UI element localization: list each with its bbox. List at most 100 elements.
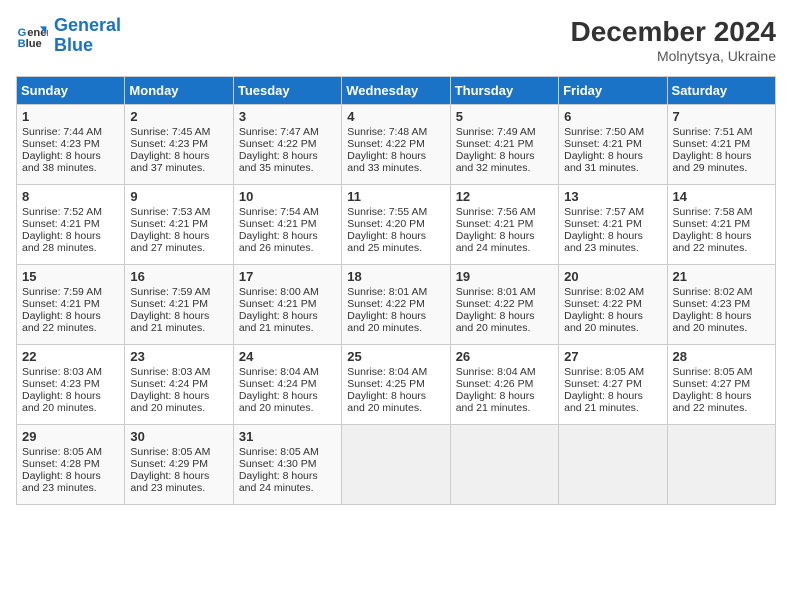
sunset-label: Sunset: 4:21 PM: [673, 218, 751, 230]
daylight-label: Daylight: 8 hours and 21 minutes.: [456, 390, 535, 414]
day-number: 8: [22, 189, 119, 204]
sunset-label: Sunset: 4:27 PM: [564, 378, 642, 390]
day-cell-22: 22Sunrise: 8:03 AMSunset: 4:23 PMDayligh…: [17, 345, 125, 425]
daylight-label: Daylight: 8 hours and 24 minutes.: [239, 470, 318, 494]
empty-cell: [559, 425, 667, 505]
calendar-week-2: 8Sunrise: 7:52 AMSunset: 4:21 PMDaylight…: [17, 185, 776, 265]
day-cell-20: 20Sunrise: 8:02 AMSunset: 4:22 PMDayligh…: [559, 265, 667, 345]
sunset-label: Sunset: 4:21 PM: [564, 218, 642, 230]
day-number: 6: [564, 109, 661, 124]
day-cell-8: 8Sunrise: 7:52 AMSunset: 4:21 PMDaylight…: [17, 185, 125, 265]
sunrise-label: Sunrise: 8:02 AM: [564, 286, 644, 298]
sunset-label: Sunset: 4:21 PM: [456, 218, 534, 230]
daylight-label: Daylight: 8 hours and 38 minutes.: [22, 150, 101, 174]
daylight-label: Daylight: 8 hours and 21 minutes.: [564, 390, 643, 414]
sunset-label: Sunset: 4:24 PM: [130, 378, 208, 390]
daylight-label: Daylight: 8 hours and 20 minutes.: [347, 390, 426, 414]
sunset-label: Sunset: 4:30 PM: [239, 458, 317, 470]
day-number: 30: [130, 429, 227, 444]
sunrise-label: Sunrise: 7:49 AM: [456, 126, 536, 138]
sunset-label: Sunset: 4:21 PM: [130, 218, 208, 230]
daylight-label: Daylight: 8 hours and 28 minutes.: [22, 230, 101, 254]
sunset-label: Sunset: 4:21 PM: [130, 298, 208, 310]
sunset-label: Sunset: 4:23 PM: [130, 138, 208, 150]
day-cell-25: 25Sunrise: 8:04 AMSunset: 4:25 PMDayligh…: [342, 345, 450, 425]
day-cell-3: 3Sunrise: 7:47 AMSunset: 4:22 PMDaylight…: [233, 105, 341, 185]
day-cell-1: 1Sunrise: 7:44 AMSunset: 4:23 PMDaylight…: [17, 105, 125, 185]
sunrise-label: Sunrise: 7:57 AM: [564, 206, 644, 218]
calendar-week-1: 1Sunrise: 7:44 AMSunset: 4:23 PMDaylight…: [17, 105, 776, 185]
daylight-label: Daylight: 8 hours and 23 minutes.: [22, 470, 101, 494]
sunset-label: Sunset: 4:21 PM: [564, 138, 642, 150]
day-number: 24: [239, 349, 336, 364]
day-cell-13: 13Sunrise: 7:57 AMSunset: 4:21 PMDayligh…: [559, 185, 667, 265]
sunset-label: Sunset: 4:29 PM: [130, 458, 208, 470]
calendar-table: Sunday Monday Tuesday Wednesday Thursday…: [16, 76, 776, 505]
sunrise-label: Sunrise: 8:04 AM: [239, 366, 319, 378]
sunrise-label: Sunrise: 7:50 AM: [564, 126, 644, 138]
header-row: Sunday Monday Tuesday Wednesday Thursday…: [17, 77, 776, 105]
daylight-label: Daylight: 8 hours and 21 minutes.: [239, 310, 318, 334]
day-cell-12: 12Sunrise: 7:56 AMSunset: 4:21 PMDayligh…: [450, 185, 558, 265]
day-cell-6: 6 Sunrise: 7:50 AMSunset: 4:21 PMDaylight…: [559, 105, 667, 185]
svg-text:B: B: [18, 38, 26, 50]
daylight-label: Daylight: 8 hours and 24 minutes.: [456, 230, 535, 254]
daylight-label: Daylight: 8 hours and 20 minutes.: [347, 310, 426, 334]
day-cell-26: 26Sunrise: 8:04 AMSunset: 4:26 PMDayligh…: [450, 345, 558, 425]
daylight-label: Daylight: 8 hours and 22 minutes.: [673, 390, 752, 414]
sunrise-label: Sunrise: 8:03 AM: [22, 366, 102, 378]
daylight-label: Daylight: 8 hours and 31 minutes.: [564, 150, 643, 174]
day-number: 10: [239, 189, 336, 204]
location-subtitle: Molnytsya, Ukraine: [571, 48, 776, 64]
title-block: December 2024 Molnytsya, Ukraine: [571, 16, 776, 64]
sunrise-label: Sunrise: 8:04 AM: [347, 366, 427, 378]
daylight-label: Daylight: 8 hours and 27 minutes.: [130, 230, 209, 254]
sunset-label: Sunset: 4:22 PM: [239, 138, 317, 150]
day-number: 22: [22, 349, 119, 364]
sunrise-label: Sunrise: 8:02 AM: [673, 286, 753, 298]
sunrise-label: Sunrise: 7:53 AM: [130, 206, 210, 218]
col-monday: Monday: [125, 77, 233, 105]
sunrise-label: Sunrise: 7:56 AM: [456, 206, 536, 218]
empty-cell: [342, 425, 450, 505]
sunrise-label: Sunrise: 7:58 AM: [673, 206, 753, 218]
daylight-label: Daylight: 8 hours and 26 minutes.: [239, 230, 318, 254]
sunrise-label: Sunrise: 7:48 AM: [347, 126, 427, 138]
day-number: 2: [130, 109, 227, 124]
daylight-label: Daylight: 8 hours and 20 minutes.: [239, 390, 318, 414]
daylight-label: Daylight: 8 hours and 21 minutes.: [130, 310, 209, 334]
sunset-label: Sunset: 4:23 PM: [673, 298, 751, 310]
sunrise-label: Sunrise: 7:59 AM: [130, 286, 210, 298]
day-number: 15: [22, 269, 119, 284]
day-number: 4: [347, 109, 444, 124]
day-cell-17: 17Sunrise: 8:00 AMSunset: 4:21 PMDayligh…: [233, 265, 341, 345]
sunset-label: Sunset: 4:22 PM: [347, 138, 425, 150]
day-number: 7: [673, 109, 770, 124]
day-number: 27: [564, 349, 661, 364]
sunset-label: Sunset: 4:23 PM: [22, 138, 100, 150]
day-cell-23: 23Sunrise: 8:03 AMSunset: 4:24 PMDayligh…: [125, 345, 233, 425]
day-cell-19: 19Sunrise: 8:01 AMSunset: 4:22 PMDayligh…: [450, 265, 558, 345]
sunset-label: Sunset: 4:25 PM: [347, 378, 425, 390]
logo: G eneral B lue GeneralBlue: [16, 16, 121, 56]
sunrise-label: Sunrise: 8:01 AM: [347, 286, 427, 298]
svg-text:lue: lue: [26, 38, 42, 50]
day-cell-16: 16Sunrise: 7:59 AMSunset: 4:21 PMDayligh…: [125, 265, 233, 345]
daylight-label: Daylight: 8 hours and 37 minutes.: [130, 150, 209, 174]
day-number: 18: [347, 269, 444, 284]
day-number: 11: [347, 189, 444, 204]
day-cell-7: 7Sunrise: 7:51 AMSunset: 4:21 PMDaylight…: [667, 105, 775, 185]
daylight-label: Daylight: 8 hours and 22 minutes.: [673, 230, 752, 254]
day-cell-10: 10Sunrise: 7:54 AMSunset: 4:21 PMDayligh…: [233, 185, 341, 265]
empty-cell: [450, 425, 558, 505]
day-cell-24: 24Sunrise: 8:04 AMSunset: 4:24 PMDayligh…: [233, 345, 341, 425]
sunrise-label: Sunrise: 7:59 AM: [22, 286, 102, 298]
page-header: G eneral B lue GeneralBlue December 2024…: [16, 16, 776, 64]
day-number: 9: [130, 189, 227, 204]
col-wednesday: Wednesday: [342, 77, 450, 105]
sunrise-label: Sunrise: 7:52 AM: [22, 206, 102, 218]
sunrise-label: Sunrise: 7:47 AM: [239, 126, 319, 138]
day-number: 23: [130, 349, 227, 364]
daylight-label: Daylight: 8 hours and 32 minutes.: [456, 150, 535, 174]
empty-cell: [667, 425, 775, 505]
